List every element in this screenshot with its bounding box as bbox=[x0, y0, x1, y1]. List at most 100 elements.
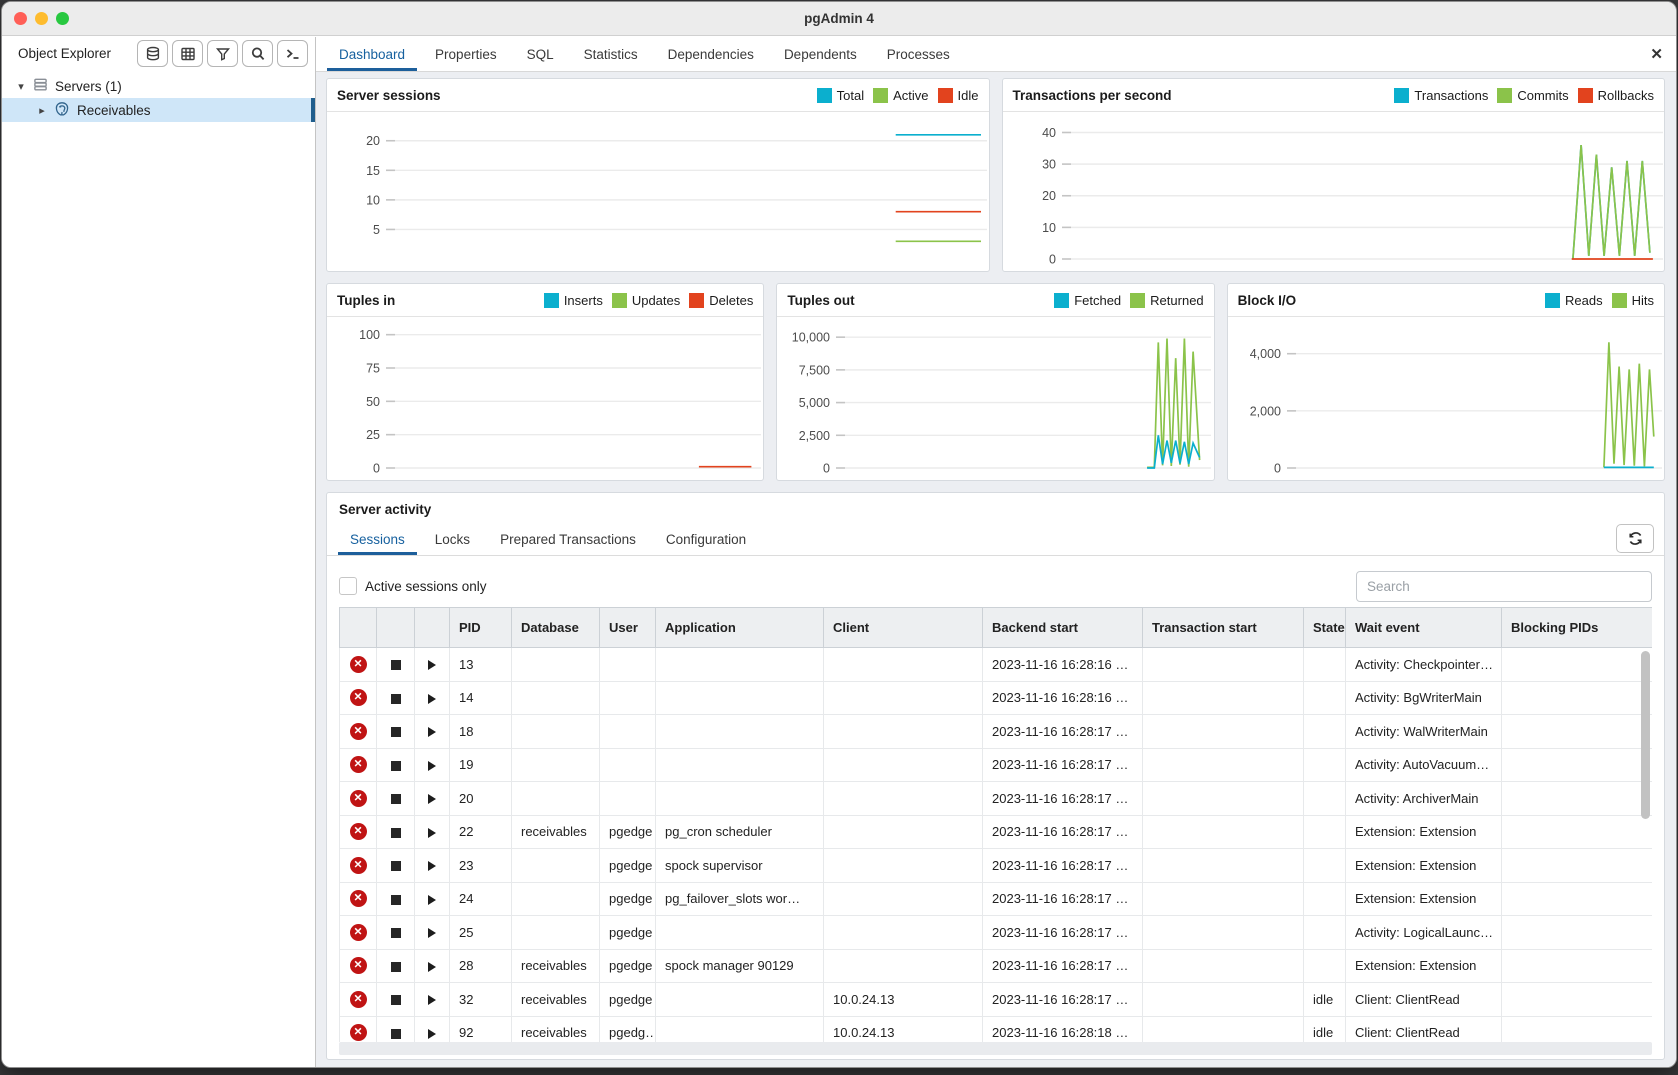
terminal-icon[interactable] bbox=[277, 40, 308, 67]
legend-chip bbox=[817, 88, 832, 103]
cell-database bbox=[512, 681, 600, 715]
column-header-empty bbox=[415, 608, 450, 648]
activity-tab-locks[interactable]: Locks bbox=[420, 523, 485, 555]
expand-details-icon[interactable] bbox=[415, 916, 450, 950]
tab-dependents[interactable]: Dependents bbox=[769, 37, 872, 71]
refresh-icon[interactable] bbox=[1616, 524, 1654, 553]
cell-wait_event: Activity: ArchiverMain bbox=[1346, 782, 1502, 816]
tree-item-receivables[interactable]: ▸ Receivables bbox=[2, 98, 315, 122]
cell-transaction_start bbox=[1143, 916, 1304, 950]
expand-details-icon[interactable] bbox=[415, 782, 450, 816]
cancel-query-icon[interactable] bbox=[377, 1016, 415, 1042]
activity-tab-prepared-transactions[interactable]: Prepared Transactions bbox=[485, 523, 651, 555]
terminate-session-icon[interactable]: ✕ bbox=[340, 782, 377, 816]
cancel-query-icon[interactable] bbox=[377, 916, 415, 950]
chevron-down-icon[interactable]: ▾ bbox=[16, 80, 26, 93]
terminate-session-icon[interactable]: ✕ bbox=[340, 681, 377, 715]
cell-state: idle bbox=[1304, 983, 1346, 1017]
terminate-session-icon[interactable]: ✕ bbox=[340, 983, 377, 1017]
terminate-session-icon[interactable]: ✕ bbox=[340, 815, 377, 849]
legend-label: Idle bbox=[958, 88, 979, 103]
close-panel-icon[interactable]: ✕ bbox=[1650, 45, 1663, 63]
cell-wait_event: Extension: Extension bbox=[1346, 949, 1502, 983]
expand-details-icon[interactable] bbox=[415, 648, 450, 682]
cancel-query-icon[interactable] bbox=[377, 949, 415, 983]
activity-tab-sessions[interactable]: Sessions bbox=[335, 523, 420, 555]
cancel-query-icon[interactable] bbox=[377, 815, 415, 849]
selection-indicator bbox=[311, 98, 315, 122]
terminate-session-icon[interactable]: ✕ bbox=[340, 916, 377, 950]
chart-plot-area: 0255075100 bbox=[327, 317, 763, 480]
database-icon[interactable] bbox=[137, 40, 168, 67]
terminate-session-icon[interactable]: ✕ bbox=[340, 882, 377, 916]
search-icon[interactable] bbox=[242, 40, 273, 67]
cell-state bbox=[1304, 681, 1346, 715]
table-row: ✕25pgedge2023-11-16 16:28:17 …Activity: … bbox=[340, 916, 1653, 950]
tab-statistics[interactable]: Statistics bbox=[569, 37, 653, 71]
legend-item: Reads bbox=[1545, 293, 1603, 308]
activity-tab-configuration[interactable]: Configuration bbox=[651, 523, 761, 555]
terminate-session-icon[interactable]: ✕ bbox=[340, 648, 377, 682]
cell-transaction_start bbox=[1143, 681, 1304, 715]
tree-item-servers[interactable]: ▾ Servers (1) bbox=[2, 74, 315, 98]
grid-icon[interactable] bbox=[172, 40, 203, 67]
cell-wait_event: Client: ClientRead bbox=[1346, 1016, 1502, 1042]
cell-application bbox=[656, 748, 824, 782]
svg-text:20: 20 bbox=[1042, 189, 1056, 203]
cancel-query-icon[interactable] bbox=[377, 681, 415, 715]
expand-details-icon[interactable] bbox=[415, 815, 450, 849]
terminate-session-icon[interactable]: ✕ bbox=[340, 748, 377, 782]
tree-item-label: Servers (1) bbox=[55, 79, 122, 94]
minimize-window-button[interactable] bbox=[35, 12, 48, 25]
expand-details-icon[interactable] bbox=[415, 882, 450, 916]
cancel-query-icon[interactable] bbox=[377, 715, 415, 749]
tab-properties[interactable]: Properties bbox=[420, 37, 512, 71]
expand-details-icon[interactable] bbox=[415, 681, 450, 715]
terminate-session-icon[interactable]: ✕ bbox=[340, 715, 377, 749]
cancel-query-icon[interactable] bbox=[377, 882, 415, 916]
server-group-icon bbox=[33, 77, 48, 95]
cell-backend_start: 2023-11-16 16:28:16 … bbox=[983, 681, 1143, 715]
cancel-query-icon[interactable] bbox=[377, 849, 415, 883]
cancel-query-icon[interactable] bbox=[377, 648, 415, 682]
tab-sql[interactable]: SQL bbox=[512, 37, 569, 71]
close-window-button[interactable] bbox=[14, 12, 27, 25]
cell-application bbox=[656, 916, 824, 950]
expand-details-icon[interactable] bbox=[415, 849, 450, 883]
cancel-query-icon[interactable] bbox=[377, 782, 415, 816]
expand-details-icon[interactable] bbox=[415, 949, 450, 983]
vertical-scrollbar[interactable] bbox=[1641, 651, 1650, 819]
expand-details-icon[interactable] bbox=[415, 715, 450, 749]
chart-panel-tuples-out: Tuples outFetchedReturned02,5005,0007,50… bbox=[776, 283, 1214, 481]
tab-processes[interactable]: Processes bbox=[872, 37, 965, 71]
tab-dependencies[interactable]: Dependencies bbox=[653, 37, 769, 71]
table-row: ✕142023-11-16 16:28:16 …Activity: BgWrit… bbox=[340, 681, 1653, 715]
postgresql-icon bbox=[54, 101, 70, 120]
legend-chip bbox=[1497, 88, 1512, 103]
expand-details-icon[interactable] bbox=[415, 1016, 450, 1042]
cell-pid: 32 bbox=[450, 983, 512, 1017]
terminate-session-icon[interactable]: ✕ bbox=[340, 949, 377, 983]
search-input[interactable] bbox=[1356, 571, 1652, 602]
terminate-session-icon[interactable]: ✕ bbox=[340, 849, 377, 883]
legend-item: Rollbacks bbox=[1578, 88, 1654, 103]
chart-legend: InsertsUpdatesDeletes bbox=[544, 293, 754, 308]
cell-pid: 19 bbox=[450, 748, 512, 782]
active-sessions-checkbox[interactable] bbox=[339, 577, 357, 595]
cancel-query-icon[interactable] bbox=[377, 748, 415, 782]
expand-details-icon[interactable] bbox=[415, 748, 450, 782]
horizontal-scrollbar[interactable] bbox=[339, 1042, 1652, 1055]
legend-chip bbox=[689, 293, 704, 308]
table-row: ✕202023-11-16 16:28:17 …Activity: Archiv… bbox=[340, 782, 1653, 816]
maximize-window-button[interactable] bbox=[56, 12, 69, 25]
expand-details-icon[interactable] bbox=[415, 983, 450, 1017]
cancel-query-icon[interactable] bbox=[377, 983, 415, 1017]
tree-item-label: Receivables bbox=[77, 103, 151, 118]
terminate-session-icon[interactable]: ✕ bbox=[340, 1016, 377, 1042]
cell-backend_start: 2023-11-16 16:28:17 … bbox=[983, 748, 1143, 782]
filter-icon[interactable] bbox=[207, 40, 238, 67]
cell-application: spock supervisor bbox=[656, 849, 824, 883]
cell-pid: 18 bbox=[450, 715, 512, 749]
chevron-right-icon[interactable]: ▸ bbox=[37, 104, 47, 117]
tab-dashboard[interactable]: Dashboard bbox=[324, 37, 420, 71]
